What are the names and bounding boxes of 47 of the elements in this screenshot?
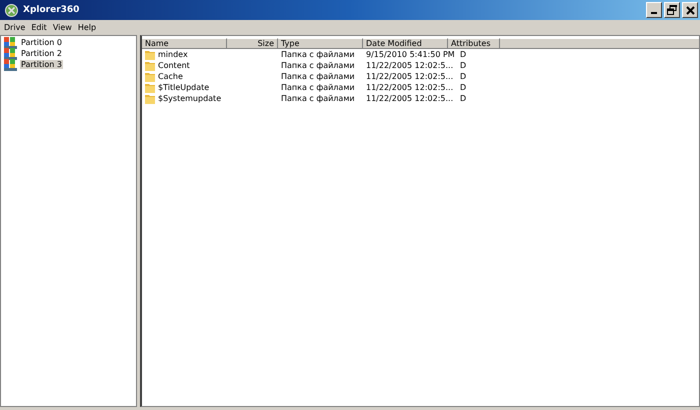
- partition-item[interactable]: Partition 0: [20, 38, 63, 47]
- app-logo-icon: [5, 4, 18, 16]
- table-cell: 9/15/2010 5:41:50 PM: [366, 50, 455, 59]
- table-cell: $Systemupdate: [158, 94, 222, 103]
- column-header[interactable]: Attributes: [448, 38, 500, 49]
- table-cell: D: [460, 83, 466, 92]
- folder-icon: [145, 94, 155, 104]
- menu-item[interactable]: Drive: [4, 22, 26, 32]
- table-cell: 11/22/2005 12:02:5...: [366, 94, 454, 103]
- partition-icon: [4, 48, 17, 60]
- close-button[interactable]: [682, 2, 698, 18]
- partition-item[interactable]: Partition 3: [20, 60, 63, 69]
- table-cell: Папка с файлами: [281, 72, 355, 81]
- restore-icon: [667, 5, 677, 15]
- partition-icon: [4, 58, 17, 70]
- table-cell: Папка с файлами: [281, 83, 355, 92]
- minimize-button[interactable]: [646, 2, 662, 18]
- table-cell: 11/22/2005 12:02:5...: [366, 61, 454, 70]
- table-cell: 11/22/2005 12:02:5...: [366, 72, 454, 81]
- partition-item[interactable]: Partition 2: [20, 49, 63, 58]
- partition-icon: [4, 36, 17, 48]
- column-header[interactable]: Name: [142, 38, 227, 49]
- column-header[interactable]: Type: [278, 38, 363, 49]
- table-cell: mindex: [158, 50, 188, 59]
- folder-icon: [145, 60, 155, 70]
- table-cell: Cache: [158, 72, 183, 81]
- folder-icon: [145, 82, 155, 92]
- table-cell: 11/22/2005 12:02:5...: [366, 83, 454, 92]
- menu-item[interactable]: Help: [78, 22, 96, 32]
- table-cell: D: [460, 50, 466, 59]
- folder-icon: [145, 50, 155, 60]
- table-cell: Папка с файлами: [281, 61, 355, 70]
- menu-item[interactable]: View: [52, 22, 72, 32]
- table-cell: $TitleUpdate: [158, 83, 210, 92]
- restore-button[interactable]: [664, 2, 680, 18]
- table-cell: Папка с файлами: [281, 50, 355, 59]
- window-title: Xplorer360: [23, 5, 80, 15]
- close-icon: [686, 6, 694, 14]
- column-header[interactable]: Size: [227, 38, 278, 49]
- table-cell: D: [460, 94, 466, 103]
- table-cell: Content: [158, 61, 190, 70]
- column-header[interactable]: Date Modified: [363, 38, 448, 49]
- menu-item[interactable]: Edit: [31, 22, 47, 32]
- table-cell: D: [460, 61, 466, 70]
- table-cell: Папка с файлами: [281, 94, 355, 103]
- table-cell: D: [460, 72, 466, 81]
- folder-icon: [145, 72, 155, 82]
